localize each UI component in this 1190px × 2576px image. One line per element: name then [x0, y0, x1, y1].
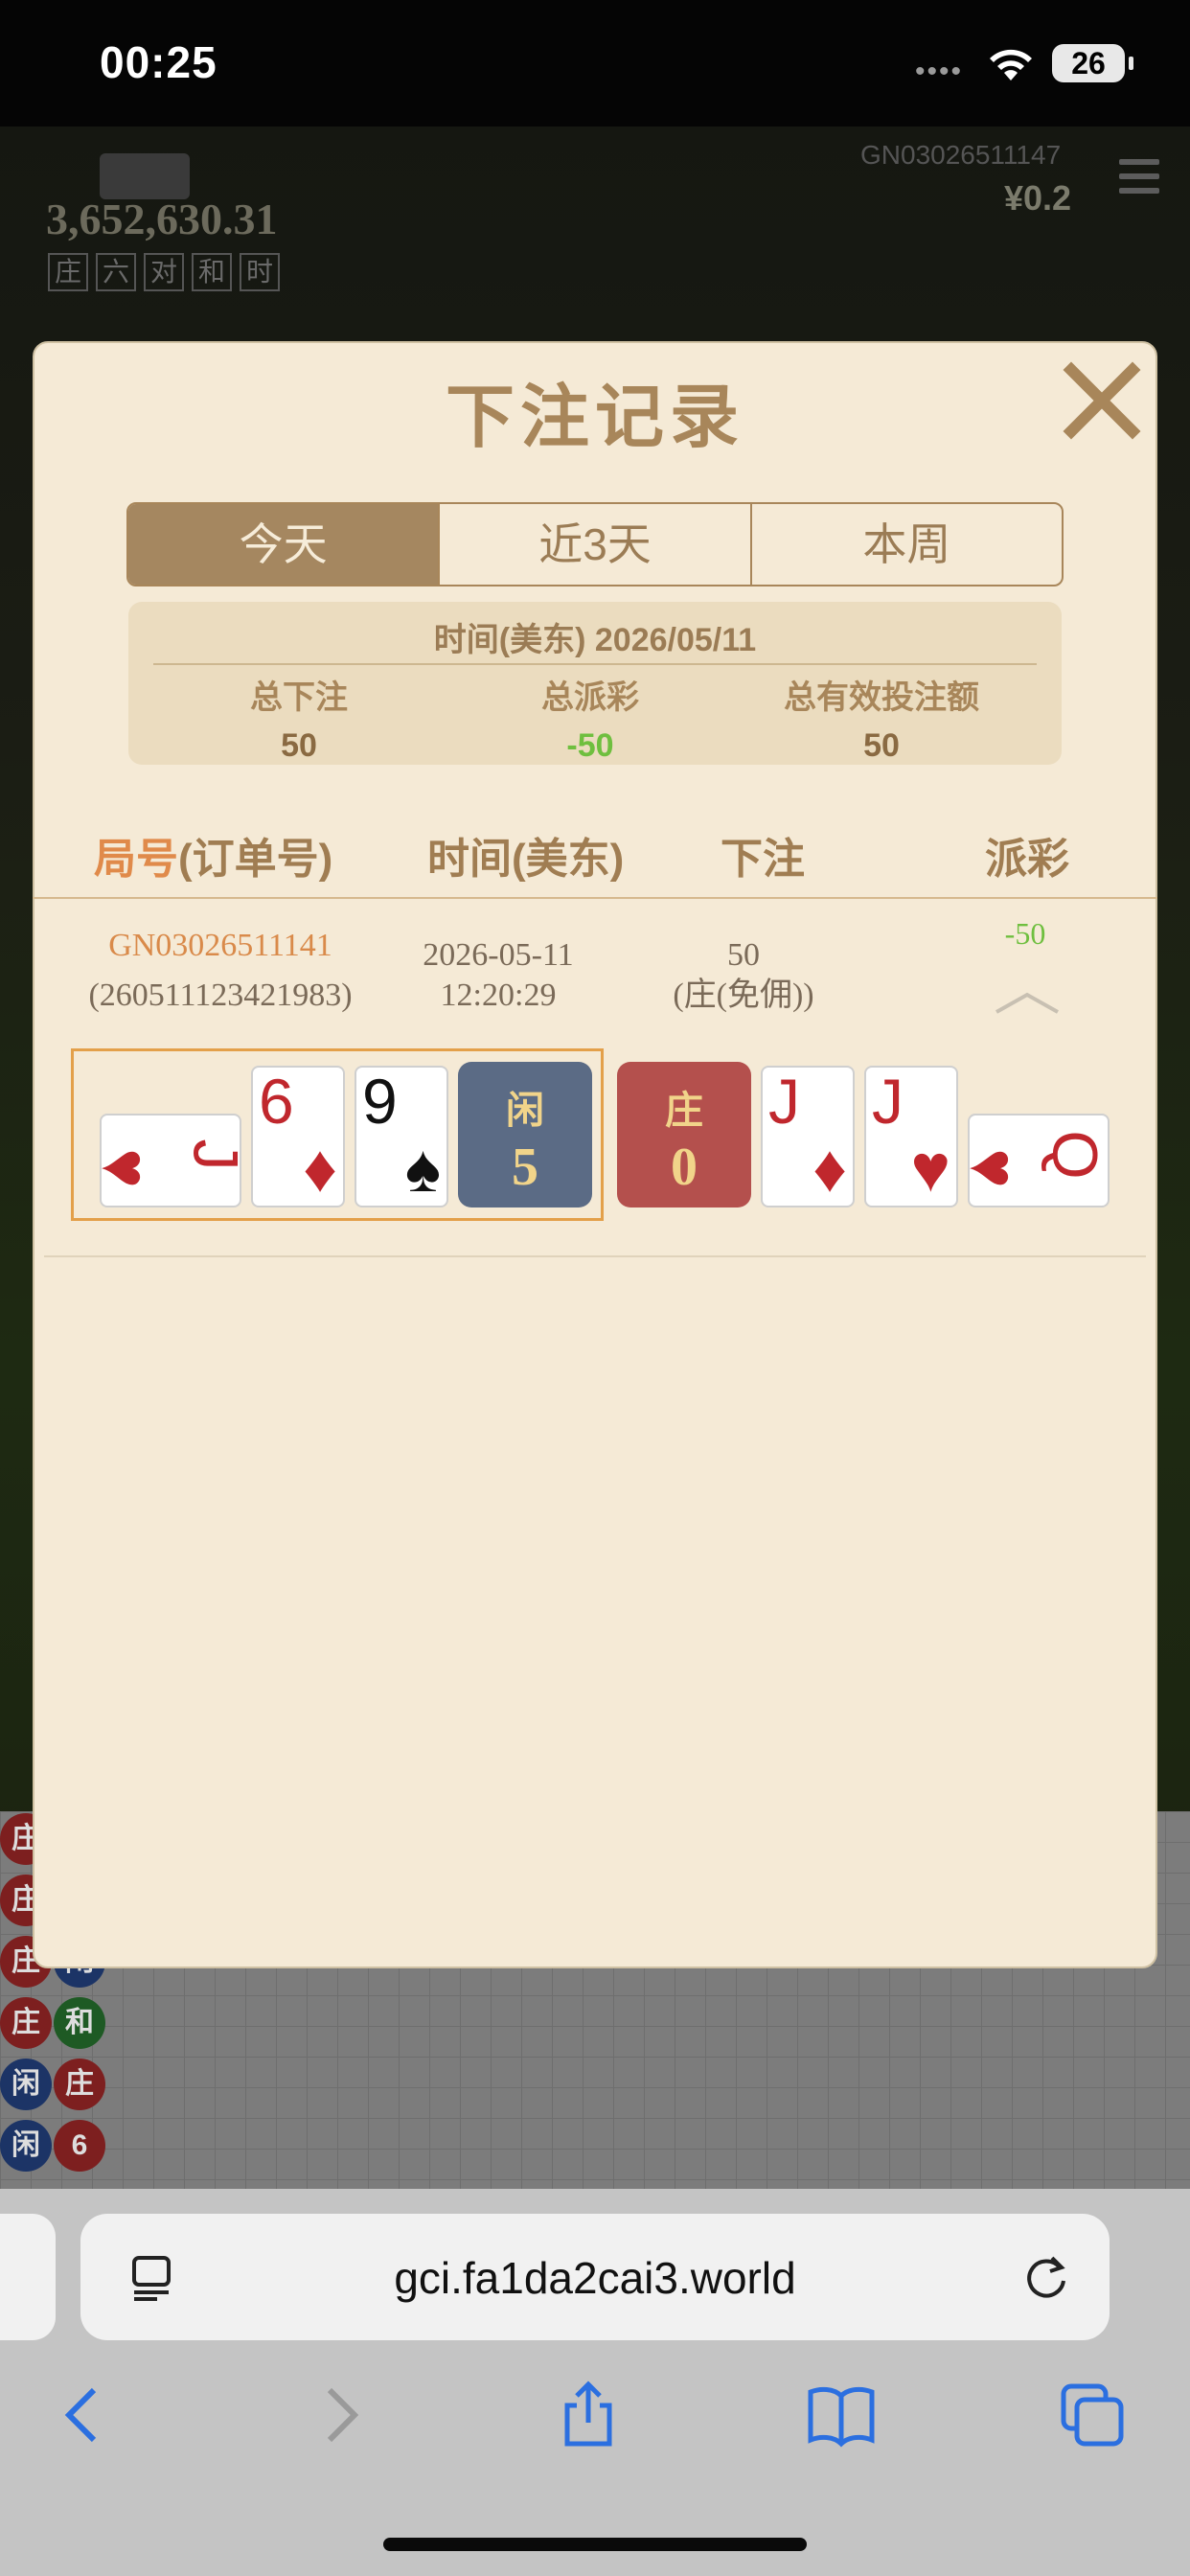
card-rank: 9 [362, 1066, 398, 1137]
card-suit: ♥ [970, 1148, 1031, 1188]
close-icon[interactable] [1062, 360, 1142, 441]
jackpot-tag: 六 [96, 253, 136, 291]
menu-icon[interactable] [1119, 159, 1159, 199]
jackpot-tag: 庄 [48, 253, 88, 291]
bet-type: (庄(免佣)) [673, 978, 814, 1013]
valid-bet-value: 50 [863, 727, 900, 764]
player-card-3: 9 ♠ [355, 1066, 448, 1208]
cellular-signal-icon: •••• [915, 56, 964, 87]
jackpot-tag: 对 [144, 253, 184, 291]
reload-icon[interactable] [1021, 2252, 1071, 2302]
record-clock: 12:20:29 [440, 978, 557, 1013]
total-bet-label: 总下注 [250, 679, 348, 716]
total-bet-value: 50 [281, 727, 317, 764]
modal-title: 下注记录 [445, 380, 744, 456]
header-bet: 下注 [721, 836, 805, 883]
wifi-icon [990, 49, 1032, 80]
player-card-2: 6 ♦ [251, 1066, 345, 1208]
header-order-label: (订单号) [178, 836, 333, 883]
game-id: GN03026511147 [860, 140, 1062, 170]
back-icon[interactable] [50, 2380, 119, 2450]
banker-points: 0 [671, 1138, 698, 1197]
card-rank: J [181, 1139, 240, 1171]
road-bead: 闲 [0, 2120, 52, 2172]
player-result-tile: 闲 5 [458, 1062, 592, 1208]
banker-card-1: J ♦ [761, 1066, 855, 1208]
header-time: 时间(美东) [427, 836, 625, 883]
banker-result-tile: 庄 0 [617, 1062, 751, 1208]
road-bead: 闲 [0, 2058, 52, 2110]
record-date: 2026-05-11 [423, 937, 574, 973]
banker-card-2: J ♥ [864, 1066, 958, 1208]
battery-icon: 26 [1052, 44, 1133, 82]
jackpot-cards-icon [100, 153, 190, 199]
status-time: 00:25 [100, 37, 217, 87]
summary-divider [153, 663, 1037, 665]
order-number: (260511123421983) [88, 978, 353, 1013]
home-indicator [383, 2538, 807, 2551]
balance: ¥0.2 [1004, 178, 1072, 218]
summary-date: 时间(美东) 2026/05/11 [433, 622, 757, 658]
card-rank: J [872, 1066, 904, 1137]
player-points: 5 [512, 1138, 538, 1197]
previous-tab-pill[interactable] [0, 2214, 56, 2340]
card-rank: J [768, 1066, 800, 1137]
record-time: 2026-05-11 12:20:29 [402, 935, 594, 1016]
summary-total-payout: 总派彩 -50 [446, 671, 734, 765]
tabs-icon[interactable] [1058, 2380, 1127, 2450]
player-label: 闲 [506, 1090, 544, 1132]
card-suit: ♠ [404, 1131, 441, 1206]
card-rank: 6 [259, 1066, 294, 1137]
summary-total-bet: 总下注 50 [155, 671, 443, 765]
card-suit: ♦ [303, 1131, 337, 1206]
bookmarks-icon[interactable] [807, 2380, 876, 2450]
jackpot-amount: 3,652,630.31 [46, 195, 278, 243]
bet-amount: 50 [727, 937, 760, 973]
road-bead: 庄 [54, 2058, 105, 2110]
valid-bet-label: 总有效投注额 [784, 679, 979, 716]
banker-label: 庄 [665, 1090, 703, 1132]
record-payout: -50 [1004, 916, 1046, 951]
road-bead: 6 [54, 2120, 105, 2172]
header-round: 局号(订单号) [94, 824, 332, 886]
card-rank: Q [1040, 1130, 1110, 1180]
tab-last-3-days[interactable]: 近3天 [440, 504, 752, 585]
summary-valid-bet: 总有效投注额 50 [738, 671, 1025, 765]
card-suit: ♥ [102, 1148, 163, 1188]
road-bead: 和 [54, 1997, 105, 2049]
tab-this-week[interactable]: 本周 [752, 504, 1062, 585]
card-suit: ♦ [812, 1131, 847, 1206]
url-text[interactable]: gci.fa1da2cai3.world [80, 2252, 1110, 2304]
record-bet: 50 (庄(免佣)) [648, 935, 839, 1016]
player-card-1: J ♥ [100, 1114, 241, 1208]
jackpot-tags: 庄 六 对 和 时 [48, 253, 280, 291]
chevron-up-icon[interactable] [993, 991, 1062, 1016]
record-round: GN03026511141 (260511123421983) [57, 928, 383, 1014]
total-payout-label: 总派彩 [541, 679, 639, 716]
jackpot-tag: 和 [192, 253, 232, 291]
header-round-label: 局号 [94, 836, 178, 883]
card-suit: ♥ [910, 1131, 950, 1206]
header-divider [33, 897, 1157, 899]
round-id: GN03026511141 [108, 928, 332, 963]
road-bead: 庄 [0, 1997, 52, 2049]
record-divider [44, 1255, 1146, 1257]
date-range-tabs: 今天 近3天 本周 [126, 502, 1064, 586]
tab-today[interactable]: 今天 [128, 504, 441, 585]
share-icon[interactable] [554, 2380, 623, 2450]
jackpot-tag: 时 [240, 253, 280, 291]
header-payout: 派彩 [985, 836, 1069, 883]
forward-icon[interactable] [305, 2380, 374, 2450]
banker-card-3: Q ♥ [968, 1114, 1110, 1208]
total-payout-value: -50 [566, 727, 614, 764]
